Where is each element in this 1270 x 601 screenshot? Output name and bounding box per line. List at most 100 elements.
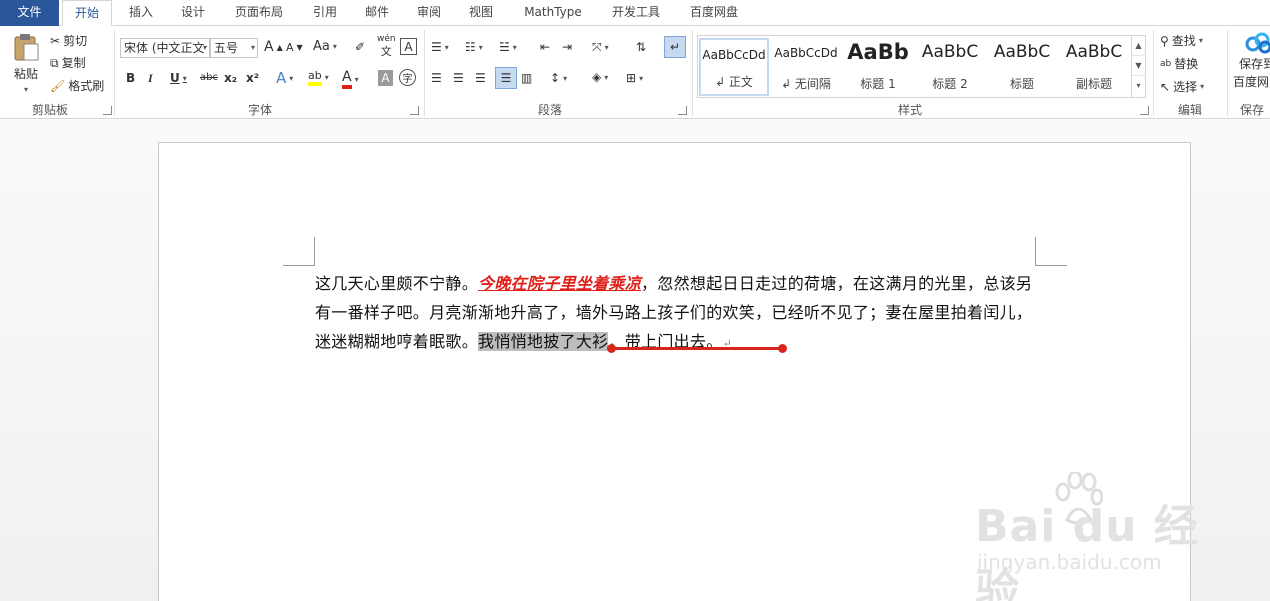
shrink-font-button[interactable]: A ▼ <box>286 41 303 54</box>
style-sample: AaBbC <box>1065 42 1123 62</box>
grow-font-button[interactable]: A ▲ <box>264 39 283 55</box>
tab-references[interactable]: 引用 <box>302 0 348 26</box>
paragraph-launcher-icon[interactable] <box>678 106 687 115</box>
tab-review[interactable]: 审阅 <box>406 0 452 26</box>
phonetic-icon: wén <box>377 34 396 44</box>
annotation-dot <box>607 344 616 353</box>
text-run: 这几天心里颇不宁静。 <box>315 274 479 293</box>
subscript-button[interactable]: x₂ <box>224 71 237 85</box>
style-name: 标题 <box>1009 77 1034 91</box>
save-label-line1: 保存到 <box>1239 57 1270 71</box>
tab-page-layout[interactable]: 页面布局 <box>222 0 296 26</box>
line-spacing-button[interactable]: ↕ ▾ <box>550 70 567 86</box>
character-border-button[interactable]: A <box>400 38 417 55</box>
replace-label: 替换 <box>1174 57 1199 71</box>
character-shading-icon: A <box>381 71 390 85</box>
selected-text: 我悄悄地披了大衫 <box>478 332 609 351</box>
group-divider <box>114 30 115 116</box>
tab-design[interactable]: 设计 <box>170 0 216 26</box>
justify-button[interactable]: ☰ <box>495 67 517 89</box>
align-left-button[interactable]: ☰ <box>431 70 442 86</box>
select-button[interactable]: ↖ 选择 ▾ <box>1160 78 1204 95</box>
paste-button[interactable]: 粘贴 ▾ <box>8 32 44 94</box>
styles-gallery: AaBbCcDd ↲ 正文 AaBbCcDd ↲ 无间隔 AaBb 标题 1 A… <box>697 35 1146 98</box>
numbering-button[interactable]: ☷ ▾ <box>465 39 483 55</box>
numbered-list-icon: ☷ <box>465 40 476 54</box>
font-color-button[interactable]: A ▾ <box>342 69 359 89</box>
save-label-line2: 百度网 <box>1233 75 1270 89</box>
gallery-more-icon[interactable]: ▾ <box>1132 76 1145 96</box>
style-name: 标题 1 <box>860 77 896 91</box>
show-paragraph-marks-button[interactable]: ↵ <box>664 36 686 58</box>
ribbon-home: 粘贴 ▾ ✂ 剪切 ⧉ 复制 🖌 格式刷 剪贴板 宋体 (中文正文 ▾ 五号 ▾… <box>0 26 1270 119</box>
align-right-button[interactable]: ☰ <box>475 70 486 86</box>
tab-mathtype[interactable]: MathType <box>512 0 594 26</box>
borders-button[interactable]: ⊞ ▾ <box>626 70 643 86</box>
character-shading-button[interactable]: A <box>378 70 393 86</box>
multilevel-list-icon: ☱ <box>499 40 510 54</box>
save-to-baidu-button[interactable]: 保存到 百度网 <box>1233 32 1270 90</box>
tab-view[interactable]: 视图 <box>458 0 504 26</box>
tab-home[interactable]: 开始 <box>62 0 112 27</box>
tab-insert[interactable]: 插入 <box>118 0 164 26</box>
decrease-indent-button[interactable]: ⇤ <box>540 39 550 55</box>
italic-button[interactable]: I <box>148 71 153 86</box>
binoculars-icon: ⚲ <box>1160 33 1169 48</box>
bold-button[interactable]: B <box>126 71 135 85</box>
highlight-button[interactable]: ab ▾ <box>308 69 329 86</box>
style-no-spacing[interactable]: AaBbCcDd ↲ 无间隔 <box>771 38 841 96</box>
find-button[interactable]: ⚲ 查找 ▾ <box>1160 32 1203 49</box>
borders-icon: ⊞ <box>626 71 637 85</box>
superscript-button[interactable]: x² <box>246 71 259 85</box>
subscript-icon: x₂ <box>224 71 237 85</box>
enclose-characters-button[interactable]: 字 <box>399 69 416 86</box>
underline-button[interactable]: U ▾ <box>170 71 187 85</box>
chevron-down-icon: ▾ <box>250 43 255 52</box>
change-case-button[interactable]: Aa ▾ <box>313 39 337 54</box>
distributed-button[interactable]: ▥ <box>521 70 532 86</box>
font-size-select[interactable]: 五号 ▾ <box>210 38 258 58</box>
chinese-layout-button[interactable]: ⤧ ▾ <box>592 39 609 55</box>
replace-button[interactable]: ab 替换 <box>1160 55 1198 72</box>
bullets-button[interactable]: ☰ ▾ <box>431 39 449 55</box>
shading-button[interactable]: ◈ ▾ <box>592 69 608 85</box>
gallery-scrollbar: ▲ ▼ ▾ <box>1131 36 1145 97</box>
strikethrough-button[interactable]: abc <box>200 72 218 83</box>
style-normal[interactable]: AaBbCcDd ↲ 正文 <box>699 38 769 96</box>
tab-mailings[interactable]: 邮件 <box>354 0 400 26</box>
justify-icon: ☰ <box>500 71 512 85</box>
style-subtitle[interactable]: AaBbC 副标题 <box>1059 38 1129 96</box>
clear-formatting-button[interactable]: ✐ <box>355 39 365 55</box>
style-name: 标题 2 <box>932 77 968 91</box>
copy-icon: ⧉ <box>50 55 59 70</box>
align-center-button[interactable]: ☰ <box>453 70 464 86</box>
paragraph-group-label: 段落 <box>537 103 562 117</box>
format-painter-button[interactable]: 🖌 格式刷 <box>50 77 104 94</box>
cut-button[interactable]: ✂ 剪切 <box>50 32 87 49</box>
text-effects-button[interactable]: A ▾ <box>276 69 293 87</box>
font-launcher-icon[interactable] <box>410 106 419 115</box>
tab-baidu-netdisk[interactable]: 百度网盘 <box>678 0 750 26</box>
style-sample: AaBbCcDd <box>774 46 838 60</box>
tab-developer[interactable]: 开发工具 <box>600 0 672 26</box>
emphasized-text: 今晚在院子里坐着乘凉 <box>478 274 642 293</box>
increase-indent-button[interactable]: ⇥ <box>562 39 572 55</box>
shrink-font-icon: A <box>286 41 294 54</box>
tab-file[interactable]: 文件 <box>0 0 59 26</box>
phonetic-guide-button[interactable]: wén 文 <box>377 34 396 58</box>
distributed-icon: ▥ <box>521 71 533 85</box>
style-name: ↲ 正文 <box>715 75 753 89</box>
clipboard-launcher-icon[interactable] <box>103 106 112 115</box>
sort-button[interactable]: ⇅ <box>636 39 646 55</box>
style-title[interactable]: AaBbC 标题 <box>987 38 1057 96</box>
scroll-down-icon[interactable]: ▼ <box>1132 56 1145 76</box>
style-sample: AaBbCcDd <box>702 48 766 62</box>
style-heading-2[interactable]: AaBbC 标题 2 <box>915 38 985 96</box>
font-family-select[interactable]: 宋体 (中文正文 ▾ <box>120 38 210 58</box>
scroll-up-icon[interactable]: ▲ <box>1132 36 1145 56</box>
styles-launcher-icon[interactable] <box>1140 106 1149 115</box>
style-heading-1[interactable]: AaBb 标题 1 <box>843 38 913 96</box>
copy-button[interactable]: ⧉ 复制 <box>50 54 86 71</box>
body-paragraph[interactable]: 这几天心里颇不宁静。今晚在院子里坐着乘凉，忽然想起日日走过的荷塘，在这满月的光里… <box>315 269 1043 358</box>
multilevel-list-button[interactable]: ☱ ▾ <box>499 39 517 55</box>
